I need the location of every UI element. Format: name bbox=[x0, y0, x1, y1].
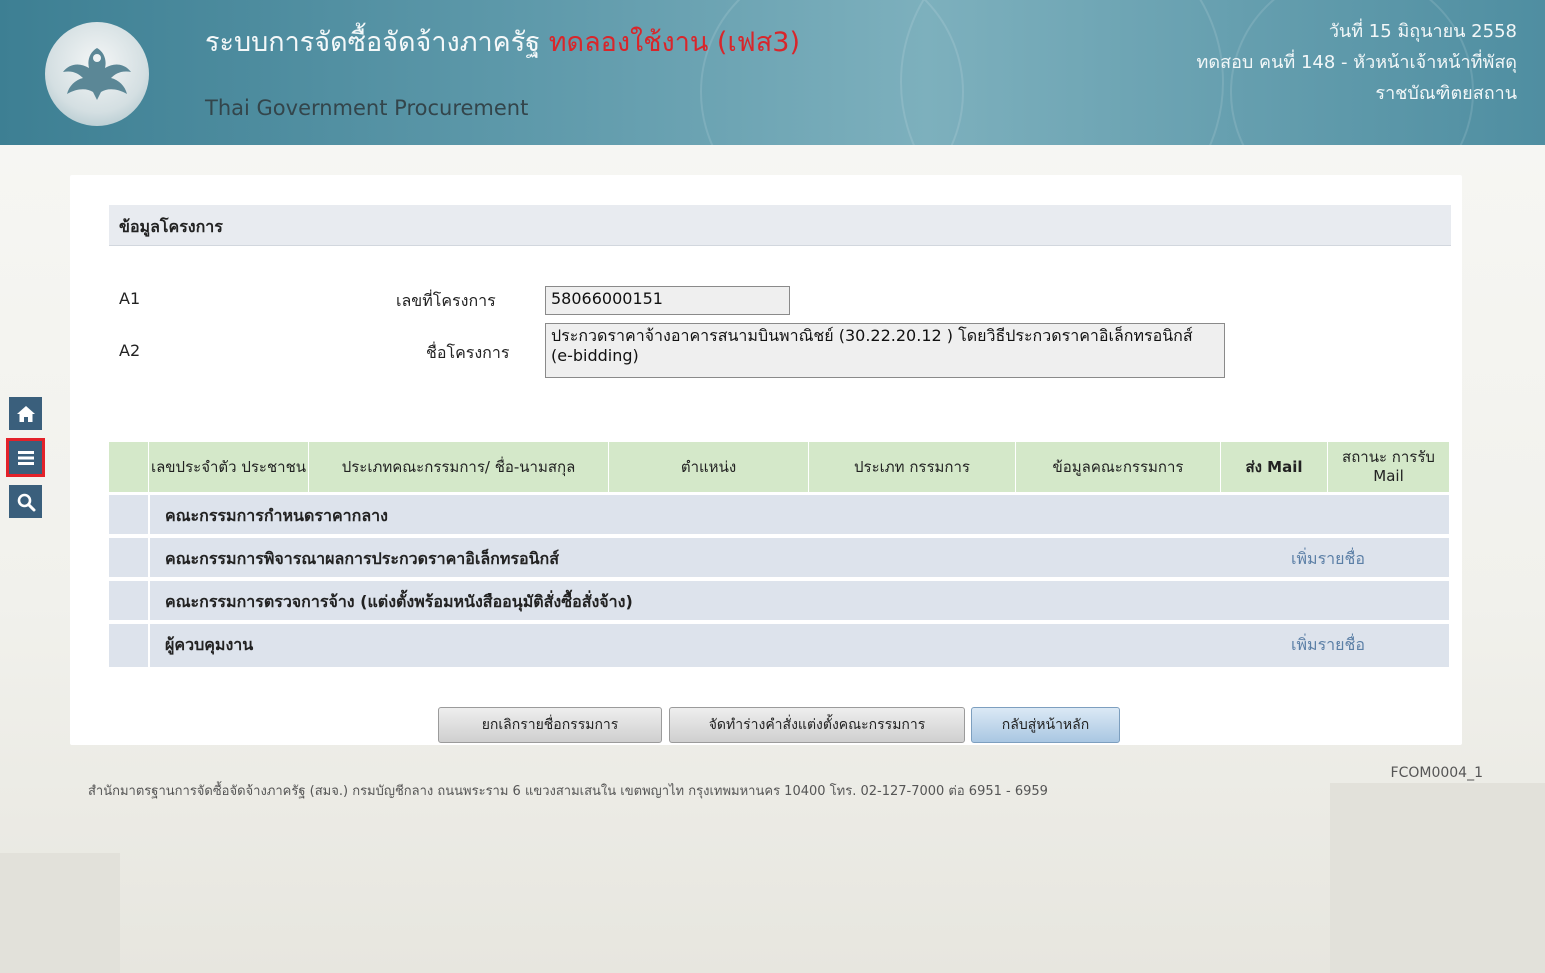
draft-order-button[interactable]: จัดทำร่างคำสั่งแต่งตั้งคณะกรรมการ bbox=[669, 707, 965, 743]
add-member-link[interactable]: เพิ่มรายชื่อ bbox=[1291, 547, 1365, 572]
user-info: วันที่ 15 มิถุนายน 2558 ทดสอบ คนที่ 148 … bbox=[1197, 16, 1517, 109]
row-gutter bbox=[109, 581, 150, 620]
column-header-member-info: ข้อมูลคณะกรรมการ bbox=[1015, 442, 1220, 492]
garuda-emblem-icon bbox=[45, 22, 149, 126]
column-header-send-mail: ส่ง Mail bbox=[1220, 442, 1327, 492]
table-row: ผู้ควบคุมงาน เพิ่มรายชื่อ bbox=[109, 622, 1449, 667]
trial-label: ทดลองใช้งาน (เฟส3) bbox=[548, 27, 800, 58]
committee-name: ผู้ควบคุมงาน bbox=[165, 635, 254, 654]
section-title: ข้อมูลโครงการ bbox=[119, 217, 223, 236]
section-header: ข้อมูลโครงการ bbox=[109, 205, 1451, 246]
row-gutter bbox=[109, 495, 150, 534]
footer-address: สำนักมาตรฐานการจัดซื้อจัดจ้างภาครัฐ (สมจ… bbox=[88, 784, 1048, 799]
table-row: คณะกรรมการกำหนดราคากลาง bbox=[109, 493, 1449, 534]
menu-icon bbox=[17, 450, 34, 465]
project-number-field[interactable]: 58066000151 bbox=[545, 286, 790, 315]
table-header: เลขประจำตัว ประชาชน ประเภทคณะกรรมการ/ ชื… bbox=[109, 442, 1449, 492]
system-subtitle: Thai Government Procurement bbox=[205, 96, 529, 120]
cancel-committee-button[interactable]: ยกเลิกรายชื่อกรรมการ bbox=[438, 707, 662, 743]
field-code-a2: A2 bbox=[119, 341, 141, 360]
add-member-link[interactable]: เพิ่มรายชื่อ bbox=[1291, 633, 1365, 658]
home-icon bbox=[16, 405, 35, 422]
project-name-label: ชื่อโครงการ bbox=[426, 343, 510, 362]
site-header: ระบบการจัดซื้อจัดจ้างภาครัฐ ทดลองใช้งาน … bbox=[0, 0, 1545, 145]
field-code-a1: A1 bbox=[119, 289, 141, 308]
column-header-position: ตำแหน่ง bbox=[608, 442, 808, 492]
committee-name: คณะกรรมการตรวจการจ้าง (แต่งตั้งพร้อมหนัง… bbox=[165, 592, 633, 611]
search-icon bbox=[17, 493, 35, 511]
row-gutter bbox=[109, 624, 150, 667]
column-header-mail-status: สถานะ การรับ Mail bbox=[1327, 442, 1449, 492]
system-title-text: ระบบการจัดซื้อจัดจ้างภาครัฐ bbox=[205, 27, 541, 58]
row-gutter bbox=[109, 538, 150, 577]
menu-button[interactable] bbox=[6, 438, 45, 477]
user-name: ทดสอบ คนที่ 148 - หัวหน้าเจ้าหน้าที่พัสด… bbox=[1196, 52, 1517, 73]
table-row: คณะกรรมการตรวจการจ้าง (แต่งตั้งพร้อมหนัง… bbox=[109, 579, 1449, 620]
search-button[interactable] bbox=[9, 485, 42, 518]
column-header-type-name: ประเภทคณะกรรมการ/ ชื่อ-นามสกุล bbox=[308, 442, 608, 492]
organization-name: ราชบัณฑิตยสถาน bbox=[1375, 83, 1517, 104]
project-name-field[interactable]: ประกวดราคาจ้างอาคารสนามบินพาณิชย์ (30.22… bbox=[545, 323, 1225, 378]
current-date: วันที่ 15 มิถุนายน 2558 bbox=[1328, 21, 1517, 42]
column-header-id: เลขประจำตัว ประชาชน bbox=[148, 442, 308, 492]
committee-name: คณะกรรมการพิจารณาผลการประกวดราคาอิเล็กทร… bbox=[165, 549, 559, 568]
page-code: FCOM0004_1 bbox=[1390, 765, 1483, 781]
system-title: ระบบการจัดซื้อจัดจ้างภาครัฐ ทดลองใช้งาน … bbox=[205, 20, 800, 63]
column-header-member-type: ประเภท กรรมการ bbox=[808, 442, 1015, 492]
committee-table: เลขประจำตัว ประชาชน ประเภทคณะกรรมการ/ ชื… bbox=[109, 442, 1449, 667]
project-number-label: เลขที่โครงการ bbox=[396, 291, 496, 310]
table-row: คณะกรรมการพิจารณาผลการประกวดราคาอิเล็กทร… bbox=[109, 536, 1449, 577]
committee-name: คณะกรรมการกำหนดราคากลาง bbox=[165, 506, 388, 525]
home-button[interactable] bbox=[9, 397, 42, 430]
back-to-home-button[interactable]: กลับสู่หน้าหลัก bbox=[971, 707, 1120, 743]
